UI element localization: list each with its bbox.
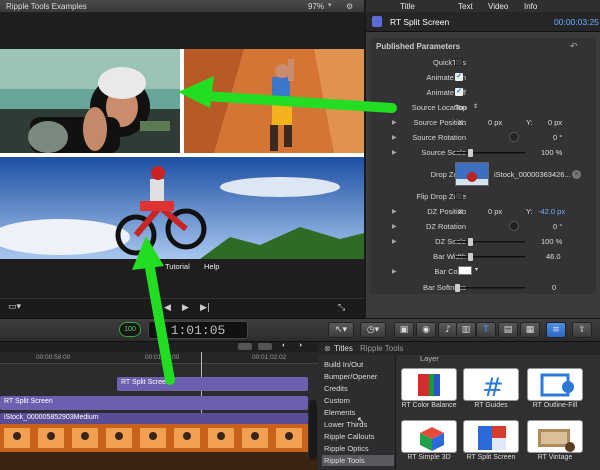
- arrow-head-top: [178, 76, 214, 108]
- annotation-arrows: [132, 76, 397, 385]
- arrow-to-bottom-image: [145, 263, 175, 385]
- arrow-to-top-image: [200, 91, 397, 113]
- arrow-head-bottom: [132, 236, 164, 270]
- app-window: Ripple Tools Examples 97% ▾ ⚙ Tutorial H…: [0, 0, 600, 470]
